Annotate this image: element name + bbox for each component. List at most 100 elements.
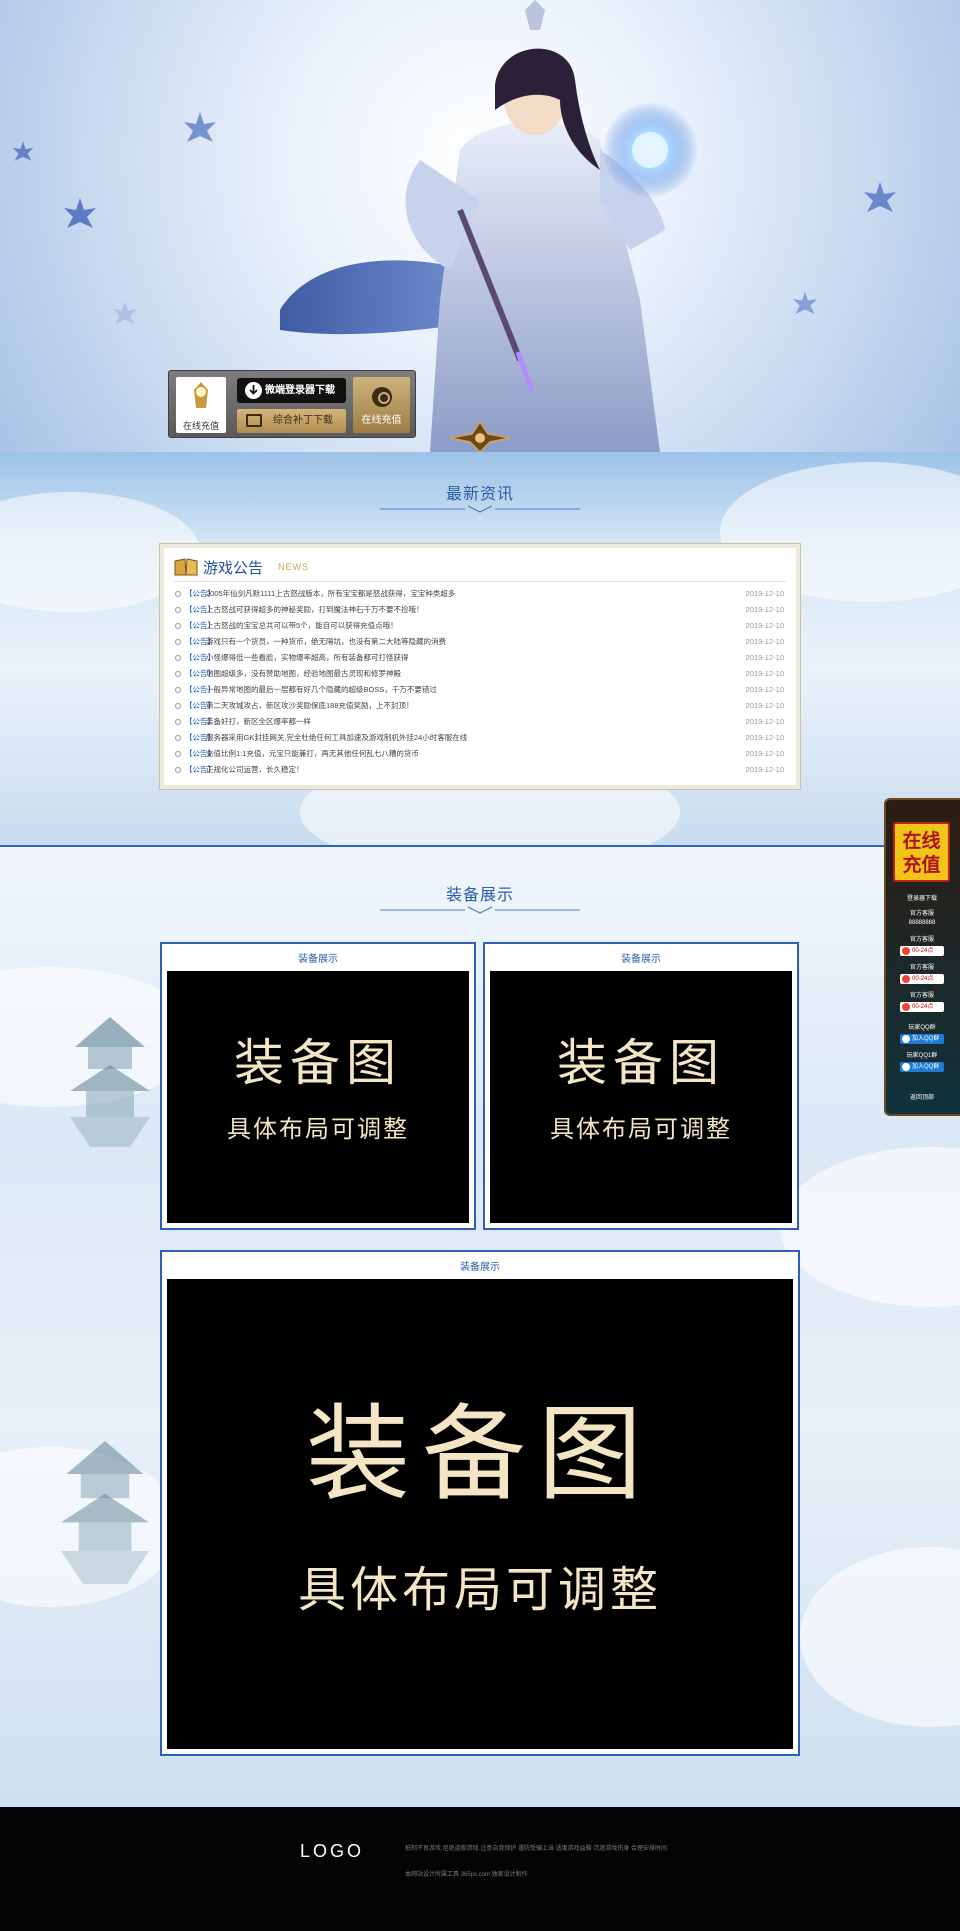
qq-service-hours: 00-24点 xyxy=(912,1004,934,1010)
equipment-section: 装备展示 装备展示 装备图 具体布局可调整 装备展示 装备图 具体布局可调整 装… xyxy=(0,847,960,1807)
news-item[interactable]: 【公告】 正规化公司运营，长久稳定！ 2019-12-10 xyxy=(174,762,786,778)
news-item-date: 2019-12-10 xyxy=(745,749,784,758)
pagoda-decoration xyxy=(61,1441,149,1584)
equipment-card: 装备展示 装备图 具体布局可调整 xyxy=(483,942,799,1230)
news-box: 游戏公告 NEWS 【公告】 2005年仙剑凡默1111上古怒战版本，所有宝宝都是… xyxy=(160,544,800,789)
news-item-date: 2019-12-10 xyxy=(745,717,784,726)
news-item-title[interactable]: 地图超级多，没有赞助地图，经验地图最古灵现和修罗神殿 xyxy=(206,666,401,682)
title-underline-decoration xyxy=(380,505,580,513)
news-item-title[interactable]: 第二天攻城攻占，新区攻沙奖励保底188充值奖励，上不封顶！ xyxy=(206,698,414,714)
login-download-link[interactable]: 登录器下载 xyxy=(890,893,954,902)
footer-copyright: 本网站设计所属工具 365ps.com 独家设计制作 xyxy=(405,1872,528,1878)
news-divider xyxy=(174,581,786,582)
news-item[interactable]: 【公告】 上古怒战的宝宝总共可以带5个，能自可以获得充值点哦！ 2019-12-10 xyxy=(174,618,786,634)
news-item-title[interactable]: 服务器采用GK封挂网关,完全杜绝任何工具加速及游戏制机外挂24小时客服在线 xyxy=(206,730,467,746)
equipment-image-title: 装备图 xyxy=(305,1397,654,1513)
news-item-date: 2019-12-10 xyxy=(745,685,784,694)
qq-service-button[interactable]: 00-24点 xyxy=(900,946,944,956)
maple-leaf-decoration xyxy=(64,198,96,228)
patch-download-button[interactable]: 综合补丁下载 xyxy=(237,409,346,433)
penguin-icon xyxy=(902,975,910,983)
bullet-circle-icon xyxy=(175,751,181,757)
equipment-image-note: 具体布局可调整 xyxy=(550,1116,732,1143)
news-item-date: 2019-12-10 xyxy=(745,669,784,678)
bullet-circle-icon xyxy=(175,607,181,613)
maple-leaf-decoration xyxy=(12,141,34,161)
join-qq-group-label: 加入QQ群 xyxy=(912,1036,940,1042)
news-item-title[interactable]: 正规化公司运营，长久稳定！ xyxy=(206,762,304,778)
footer-logo: LOGO xyxy=(300,1841,365,1861)
bullet-circle-icon xyxy=(175,623,181,629)
bullet-circle-icon xyxy=(175,639,181,645)
news-item[interactable]: 【公告】 服务器采用GK封挂网关,完全杜绝任何工具加速及游戏制机外挂24小时客服在… xyxy=(174,730,786,746)
penguin-icon xyxy=(902,1063,910,1071)
penguin-icon xyxy=(902,1035,910,1043)
news-item[interactable]: 【公告】 地图超级多，没有赞助地图，经验地图最古灵现和修罗神殿 2019-12-10 xyxy=(174,666,786,682)
news-item[interactable]: 【公告】 2005年仙剑凡默1111上古怒战版本，所有宝宝都是怒战获得，宝宝种类超… xyxy=(174,586,786,602)
floating-service-bar: 在线 充值 登录器下载 官方客服 88888888 官方客服 00-24点 官方… xyxy=(884,798,960,1116)
equipment-card-caption: 装备展示 xyxy=(298,954,338,965)
equipment-image-title: 装备图 xyxy=(557,1035,725,1091)
news-item[interactable]: 【公告】 游戏只有一个货员，一种货币，绝无隔坑，也没有第二大陆等隐藏的消费 2019… xyxy=(174,634,786,650)
service-label: 官方客服 xyxy=(909,937,934,943)
online-recharge-button[interactable]: 在线充值 xyxy=(353,377,410,433)
open-book-icon xyxy=(174,558,198,576)
title-underline-decoration xyxy=(380,906,580,914)
news-item-date: 2019-12-10 xyxy=(745,621,784,630)
download-arrow-icon xyxy=(245,382,262,399)
service-label: 官方客服 xyxy=(909,965,934,971)
news-item-title[interactable]: 装备好打，新区全区爆率都一样 xyxy=(206,714,311,730)
news-item-title[interactable]: 小怪爆得低一些看脸，实物爆率超高，所有装备都可打怪获得 xyxy=(206,650,409,666)
maple-leaf-decoration xyxy=(864,182,896,212)
news-item-title[interactable]: 充值比例1:1充值，元宝只能兼打，再无其他任何乱七八糟的货币 xyxy=(206,746,419,762)
news-item-date: 2019-12-10 xyxy=(745,637,784,646)
monitor-icon xyxy=(246,414,262,427)
footer-health-notice: 抵制不良游戏 拒绝盗版游戏 注意自我保护 谨防受骗上当 适度游戏益脑 沉迷游戏伤… xyxy=(405,1846,668,1852)
cloud-decoration xyxy=(780,1147,960,1307)
client-download-button[interactable]: 微端登录器下载 xyxy=(237,378,346,403)
news-item-date: 2019-12-10 xyxy=(745,605,784,614)
news-box-subtitle: NEWS xyxy=(278,562,309,572)
news-section: 最新资讯 游戏公告 NEWS 【公告】 2005年仙剑凡默1111上古怒战版本，所… xyxy=(0,452,960,847)
bullet-circle-icon xyxy=(175,591,181,597)
online-recharge-label: 在线充值 xyxy=(361,415,402,426)
back-to-top-link[interactable]: 返回顶部 xyxy=(890,1092,954,1101)
news-item-date: 2019-12-10 xyxy=(745,733,784,742)
news-item-date: 2019-12-10 xyxy=(745,653,784,662)
news-item-title[interactable]: 一般异常地图的最后一层都有好几个隐藏的超级BOSS，千万不要错过 xyxy=(206,682,437,698)
hero-banner: 在线充值 微端登录器下载 综合补丁下载 在线充值 xyxy=(0,0,960,452)
bullet-circle-icon xyxy=(175,767,181,773)
news-item[interactable]: 【公告】 充值比例1:1充值，元宝只能兼打，再无其他任何乱七八糟的货币 2019-1… xyxy=(174,746,786,762)
bullet-circle-icon xyxy=(175,735,181,741)
recharge-emblem-label: 在线充值 xyxy=(182,421,219,431)
coin-icon xyxy=(372,387,392,407)
recharge-emblem-button[interactable]: 在线充值 xyxy=(176,377,226,433)
download-panel: 在线充值 微端登录器下载 综合补丁下载 在线充值 xyxy=(168,370,416,438)
qq-service-hours: 00-24点 xyxy=(912,948,934,954)
news-item-title[interactable]: 游戏只有一个货员，一种货币，绝无隔坑，也没有第二大陆等隐藏的消费 xyxy=(206,634,446,650)
patch-download-label: 综合补丁下载 xyxy=(273,415,333,426)
news-item-title[interactable]: 上古怒战的宝宝总共可以带5个，能自可以获得充值点哦！ xyxy=(206,618,398,634)
news-item-title[interactable]: 上古怒战可获得超多的神秘奖励，打到魔法神石千万不要不捡哦！ xyxy=(206,602,424,618)
equipment-card: 装备展示 装备图 具体布局可调整 xyxy=(160,942,476,1230)
float-recharge-line1: 在线 xyxy=(902,830,941,852)
join-qq-group-button[interactable]: 加入QQ群 xyxy=(900,1062,944,1072)
equipment-image-placeholder: 装备图 具体布局可调整 xyxy=(167,1279,793,1749)
pagoda-decoration xyxy=(70,1017,150,1147)
news-item[interactable]: 【公告】 上古怒战可获得超多的神秘奖励，打到魔法神石千万不要不捡哦！ 2019-12… xyxy=(174,602,786,618)
player-qq-group-label: 玩家QQ1群 xyxy=(906,1053,938,1059)
qq-service-hours: 00-24点 xyxy=(912,976,934,982)
news-item-title[interactable]: 2005年仙剑凡默1111上古怒战版本，所有宝宝都是怒战获得，宝宝种类超多 xyxy=(206,586,455,602)
qq-service-button[interactable]: 00-24点 xyxy=(900,1002,944,1012)
news-item[interactable]: 【公告】 小怪爆得低一些看脸，实物爆率超高，所有装备都可打怪获得 2019-12-1… xyxy=(174,650,786,666)
qq-service-button[interactable]: 00-24点 xyxy=(900,974,944,984)
news-item[interactable]: 【公告】 第二天攻城攻占，新区攻沙奖励保底188充值奖励，上不封顶！ 2019-12… xyxy=(174,698,786,714)
equipment-image-note: 具体布局可调整 xyxy=(227,1116,409,1143)
news-item[interactable]: 【公告】 一般异常地图的最后一层都有好几个隐藏的超级BOSS，千万不要错过 2019… xyxy=(174,682,786,698)
equipment-image-title: 装备图 xyxy=(234,1035,402,1091)
cloud-decoration xyxy=(800,1547,960,1727)
news-item-date: 2019-12-10 xyxy=(745,589,784,598)
join-qq-group-button[interactable]: 加入QQ群 xyxy=(900,1034,944,1044)
float-recharge-button[interactable]: 在线 充值 xyxy=(893,822,950,882)
news-item[interactable]: 【公告】 装备好打，新区全区爆率都一样 2019-12-10 xyxy=(174,714,786,730)
